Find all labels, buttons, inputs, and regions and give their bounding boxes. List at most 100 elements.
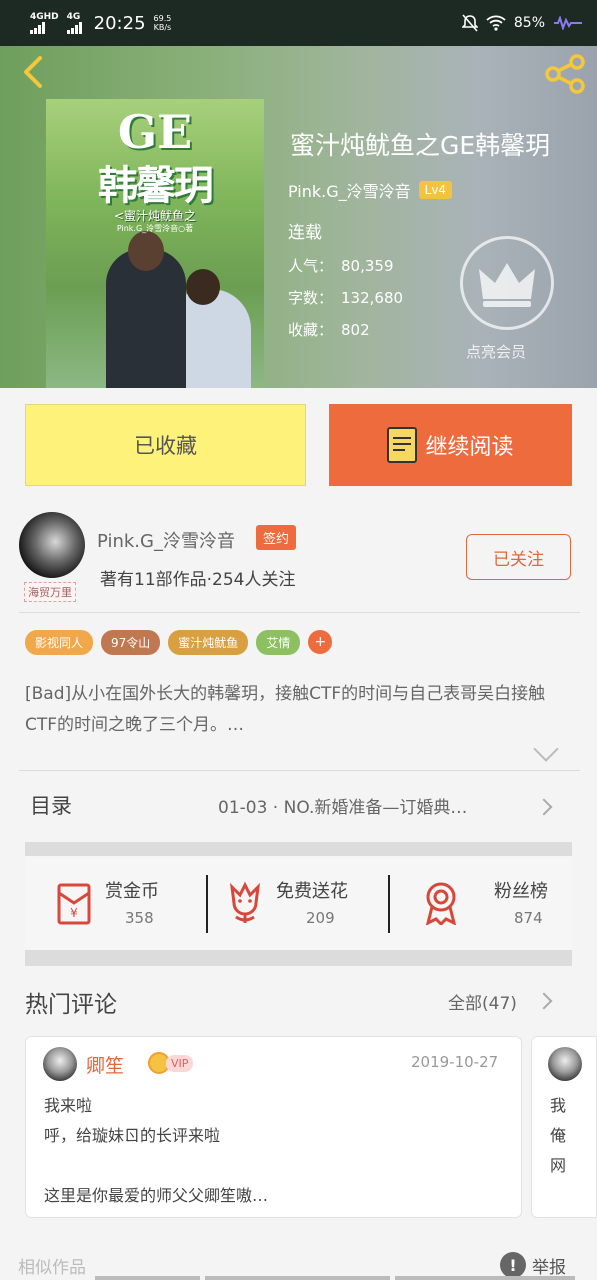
author-level-badge: Lv4 — [418, 181, 453, 199]
network-indicator-1: 4GHD — [30, 12, 59, 34]
reward-count: 358 — [125, 909, 154, 927]
reward-count: 874 — [514, 909, 543, 927]
comment-card[interactable]: 卿笙 VIP 2019-10-27 我来啦 呼，给璇妹ㄖ的长评来啦 这里是你最爱… — [25, 1036, 522, 1218]
tag-item[interactable]: 影视同人 — [25, 630, 94, 655]
cover-figure-man-head — [128, 231, 164, 271]
follow-button[interactable]: 已关注 — [466, 534, 571, 580]
divider — [19, 770, 580, 771]
continue-reading-button[interactable]: 继续阅读 — [329, 404, 572, 486]
battery-percent: 85% — [513, 15, 545, 31]
book-cover[interactable]: GE 韩馨玥 <蜜汁炖鱿鱼之 Pink.G_泠雪泠音○著 — [46, 99, 264, 388]
flower-icon — [229, 881, 261, 923]
author-line: Pink.G_泠雪泠音 Lv4 — [288, 178, 453, 202]
report-button[interactable]: ! 举报 — [500, 1252, 566, 1278]
back-arrow-icon[interactable] — [16, 54, 52, 90]
similar-works-label: 相似作品 — [18, 1258, 86, 1278]
svg-text:¥: ¥ — [70, 906, 78, 920]
reward-count: 209 — [306, 909, 335, 927]
section-band — [25, 950, 572, 966]
network-label-2: 4G — [66, 12, 81, 22]
comment-text: 我 俺 网 — [550, 1096, 567, 1175]
hot-comments-title: 热门评论 — [25, 992, 117, 1018]
cover-title: 韩馨玥 — [98, 162, 214, 209]
cover-figure-woman-head — [186, 269, 220, 305]
vip-badge: VIP — [148, 1052, 194, 1074]
network-indicator-2: 4G — [66, 12, 82, 34]
status-left: 4GHD 4G 20:25 69.5 KB/s — [30, 12, 171, 34]
popularity-label: 人气： — [288, 257, 334, 275]
cover-ge: GE — [117, 105, 193, 159]
tag-item[interactable]: 蜜汁炖鱿鱼 — [168, 630, 249, 655]
commenter-avatar[interactable] — [43, 1047, 77, 1081]
reward-fans[interactable]: 粉丝榜 874 — [390, 857, 572, 952]
collected-button[interactable]: 已收藏 — [25, 404, 306, 486]
status-bar: 4GHD 4G 20:25 69.5 KB/s 85% — [0, 0, 597, 46]
popularity-row: 人气： 80,359 — [288, 250, 403, 282]
medal-icon — [425, 882, 457, 925]
red-envelope-icon: ¥ — [57, 883, 91, 925]
crown-icon — [479, 263, 535, 307]
book-stats: 人气： 80,359 字数： 132,680 收藏： 802 — [288, 250, 403, 346]
tag-item[interactable]: 97令山 — [101, 630, 161, 655]
status-right: 85% — [461, 14, 583, 32]
clock: 20:25 — [93, 12, 146, 34]
comment-date: 2019-10-27 — [411, 1053, 499, 1071]
author-name[interactable]: Pink.G_泠雪泠音 — [288, 178, 411, 202]
tag-item[interactable]: 艾情 — [256, 630, 301, 655]
words-row: 字数： 132,680 — [288, 282, 403, 314]
section-band — [25, 842, 572, 856]
net-speed: 69.5 KB/s — [154, 14, 172, 32]
continue-reading-label: 继续阅读 — [425, 435, 514, 460]
author-meta: 著有11部作品·254人关注 — [100, 570, 296, 590]
reward-label: 赏金币 — [105, 881, 159, 902]
mute-bell-icon — [461, 14, 478, 32]
words-label: 字数： — [288, 289, 334, 307]
comment-text: 我来啦 呼，给璇妹ㄖ的长评来啦 这里是你最爱的师父父卿笙嗷… — [44, 1096, 269, 1205]
vip-crown-button[interactable] — [460, 236, 554, 330]
commenter-name[interactable]: 卿笙 — [86, 1051, 124, 1078]
all-comments-chevron-icon[interactable] — [535, 992, 553, 1010]
commenter-avatar[interactable] — [548, 1047, 582, 1081]
wifi-icon — [486, 15, 506, 31]
audio-wave-icon — [554, 16, 582, 30]
book-summary[interactable]: [Bad]从小在国外长大的韩馨玥，接触CTF的时间与自己表哥吴白接触CTF的时间… — [25, 679, 573, 741]
scroll-indicator — [205, 1276, 390, 1280]
scroll-indicator — [95, 1276, 200, 1280]
author-avatar[interactable] — [19, 512, 85, 578]
warning-icon: ! — [500, 1252, 526, 1278]
share-icon[interactable] — [543, 54, 587, 94]
book-title: 蜜汁炖鱿鱼之GE韩馨玥 — [290, 131, 551, 160]
author-card-name[interactable]: Pink.G_泠雪泠音 — [97, 527, 235, 553]
report-label: 举报 — [532, 1257, 566, 1278]
all-comments-link[interactable]: 全部(47) — [448, 989, 517, 1014]
divider — [19, 612, 580, 613]
reward-label: 免费送花 — [276, 881, 348, 902]
reward-flowers[interactable]: 免费送花 209 — [208, 857, 388, 952]
network-label-1: 4GHD — [30, 12, 59, 22]
reward-coins[interactable]: ¥ 赏金币 358 — [25, 857, 207, 952]
net-speed-unit: KB/s — [153, 23, 172, 32]
toc-label[interactable]: 目录 — [30, 790, 72, 820]
comment-card[interactable]: 我 俺 网 — [531, 1036, 597, 1218]
words-value: 132,680 — [341, 289, 404, 307]
signal-bars-icon — [30, 22, 45, 34]
vip-label: VIP — [166, 1054, 194, 1072]
toc-latest-chapter[interactable]: 01-03 · NO.新婚准备—订婚典… — [218, 793, 467, 818]
signal-bars-icon — [66, 22, 82, 34]
popularity-value: 80,359 — [341, 257, 394, 275]
book-icon — [387, 427, 418, 463]
serial-status: 连载 — [288, 223, 322, 243]
collect-row: 收藏： 802 — [288, 314, 403, 346]
avatar-badge: 海贸万里 — [24, 582, 76, 602]
collect-value: 802 — [341, 321, 370, 339]
add-tag-button[interactable]: + — [308, 630, 333, 654]
toc-chevron-icon[interactable] — [535, 798, 553, 816]
net-speed-value: 69.5 — [153, 14, 172, 23]
signed-badge: 签约 — [256, 525, 297, 550]
collect-label: 收藏： — [288, 321, 334, 339]
vip-cta-label[interactable]: 点亮会员 — [466, 341, 526, 362]
cover-subtitle: <蜜汁炖鱿鱼之 — [113, 209, 197, 223]
cover-author: Pink.G_泠雪泠音○著 — [116, 224, 194, 233]
reward-label: 粉丝榜 — [494, 881, 548, 902]
book-header: GE 韩馨玥 <蜜汁炖鱿鱼之 Pink.G_泠雪泠音○著 蜜汁炖鱿鱼之GE韩馨玥… — [0, 46, 597, 388]
